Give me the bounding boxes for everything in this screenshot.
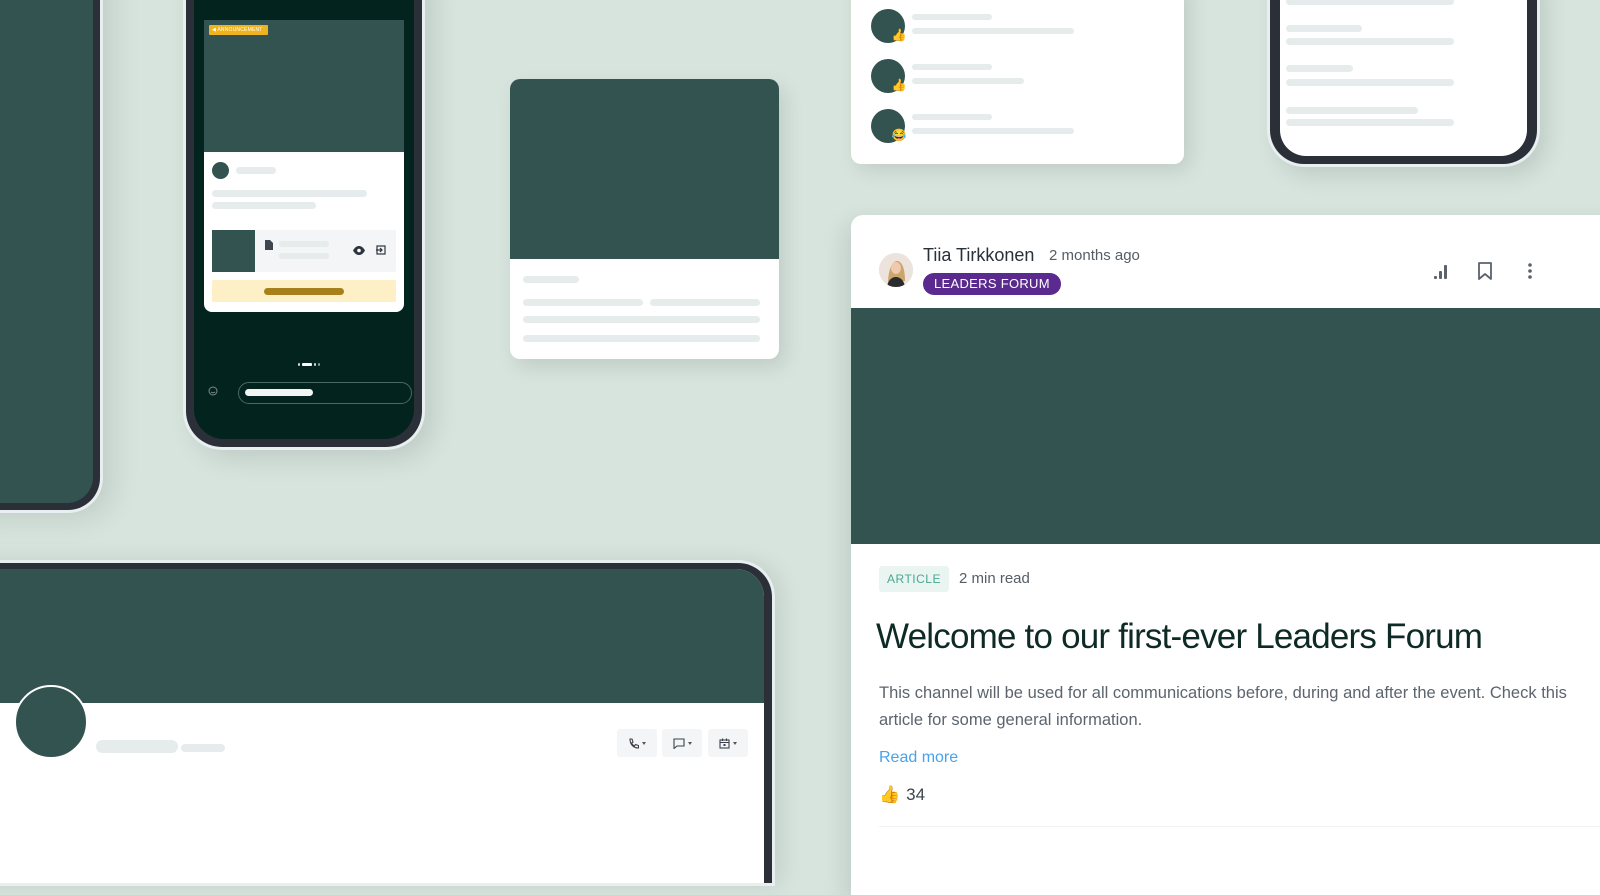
divider [879,826,1600,827]
skeleton-line [212,202,316,209]
thumbs-up-icon: 👍 [879,785,901,804]
announcement-acknowledge-button[interactable] [212,280,396,302]
attachment-row[interactable] [212,230,396,272]
thumbs-up-icon: 👍 [891,28,907,42]
announcement-hero-image: ◀ ANNOUNCEMENT [204,20,404,152]
skeleton-line [212,190,367,197]
reaction-list-item[interactable]: 😂 [851,109,1184,159]
article-title[interactable]: Welcome to our first-ever Leaders Forum [876,617,1483,657]
post-timestamp: 2 months ago [1049,247,1140,264]
thumbs-up-icon: 👍 [891,78,907,92]
skeleton-profile-name [96,740,178,753]
author-avatar [212,162,229,179]
reaction-list-item[interactable]: 👍 [851,9,1184,59]
read-time: 2 min read [959,570,1030,587]
post-hero-image [510,79,779,259]
profile-avatar [14,685,88,759]
skeleton-line [1286,107,1418,114]
skeleton-profile-title [181,744,225,752]
skeleton-line [1286,38,1454,45]
eye-icon[interactable] [353,246,365,255]
read-more-link[interactable]: Read more [879,749,958,767]
right-phone-screen [1280,0,1527,156]
skeleton-button-label [264,288,344,295]
calendar-icon [719,738,730,749]
reaction-list-item[interactable]: 👍 [851,59,1184,109]
author-name[interactable]: Tiia Tirkkonen [923,245,1034,266]
right-phone-device [1270,0,1537,164]
message-input[interactable] [238,382,412,404]
author-photo [879,253,913,287]
phone-icon [629,737,639,749]
skeleton-line [523,316,760,323]
article-post-card: Tiia Tirkkonen 2 months ago LEADERS FORU… [851,215,1600,895]
more-options-button[interactable] [1518,259,1542,283]
left-tablet-device [0,0,100,510]
analytics-button[interactable] [1429,259,1453,283]
left-tablet-screen [0,0,93,503]
laughing-icon: 😂 [891,128,907,142]
skeleton-filename [279,241,329,247]
skeleton-input-text [245,389,313,396]
more-options-icon [1528,263,1532,279]
announcement-phone-screen: ◀ ANNOUNCEMENT [194,0,414,439]
skeleton-line [1286,25,1362,32]
bookmark-icon [1478,262,1492,280]
channel-badge[interactable]: LEADERS FORUM [923,273,1061,295]
skeleton-detail [912,128,1074,134]
article-hero-image[interactable] [851,308,1600,544]
skeleton-filesize [279,253,329,259]
reaction-count: 34 [906,785,926,804]
skeleton-name [912,114,992,120]
open-icon[interactable] [376,245,386,255]
call-button[interactable] [617,729,657,757]
reaction-summary[interactable]: 👍 34 [879,785,925,805]
attachment-thumbnail [212,230,255,272]
article-type-badge: ARTICLE [879,566,949,592]
message-button[interactable] [662,729,702,757]
skeleton-line [523,299,643,306]
chevron-down-icon [687,741,692,745]
skeleton-line [1286,65,1353,72]
announcement-phone: ◀ ANNOUNCEMENT [186,0,422,447]
skeleton-line [1286,79,1454,86]
announcement-card[interactable]: ◀ ANNOUNCEMENT [204,20,404,312]
skeleton-name [912,64,992,70]
chevron-down-icon [733,741,737,745]
skeleton-detail [912,78,1024,84]
profile-screen [0,569,764,883]
skeleton-line [650,299,760,306]
skeleton-line [1286,119,1454,126]
chat-icon [672,737,685,749]
article-description: This channel will be used for all commun… [879,684,1567,729]
skeleton-author [236,167,276,174]
skeleton-line [1286,0,1454,5]
schedule-button[interactable] [708,729,748,757]
skeleton-line [523,335,760,342]
skeleton-detail [912,28,1074,34]
chevron-down-icon [642,741,646,745]
profile-cover-image [0,569,764,703]
author-avatar[interactable] [879,253,913,287]
announcement-badge: ◀ ANNOUNCEMENT [209,25,268,35]
emoji-icon[interactable] [208,386,218,396]
bookmark-button[interactable] [1473,259,1497,283]
skeleton-post-card[interactable] [510,79,779,359]
file-icon [265,240,273,250]
analytics-icon [1434,265,1447,279]
skeleton-name [912,14,992,20]
skeleton-line [523,276,579,283]
profile-tablet-device [0,563,772,883]
reactions-list-card: 👍 👍 😂 [851,0,1184,164]
